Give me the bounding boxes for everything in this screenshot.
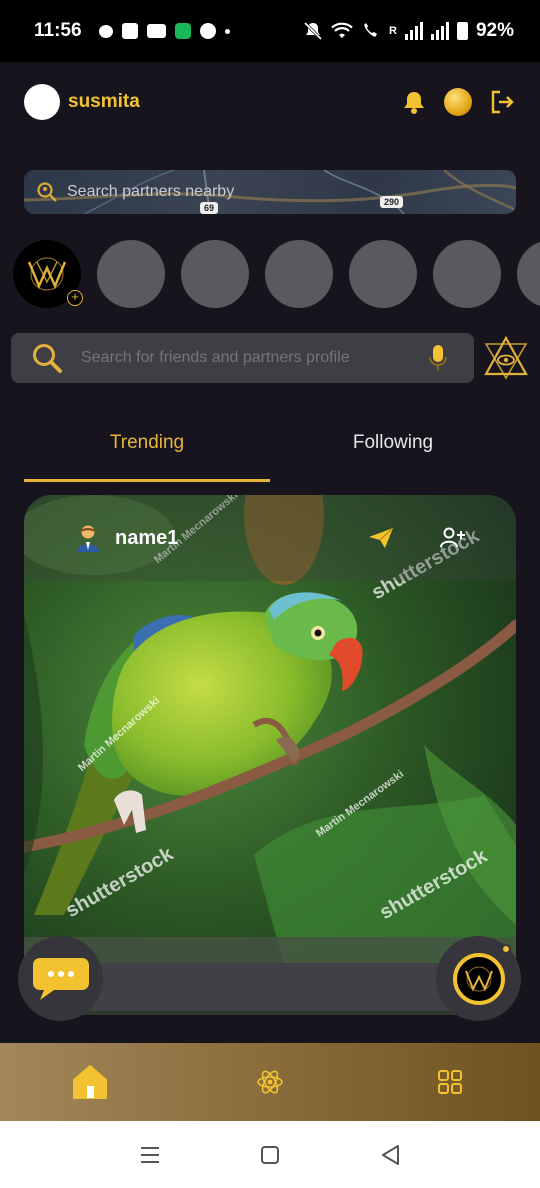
story-placeholder[interactable] [97,240,165,308]
home-button[interactable] [250,1135,290,1175]
add-story-icon[interactable]: + [67,290,83,306]
signal-icon [404,22,423,40]
send-icon[interactable] [368,527,394,549]
back-button[interactable] [370,1135,410,1175]
avatar[interactable] [24,84,60,120]
story-placeholder[interactable] [433,240,501,308]
search-icon [33,344,62,373]
stories-row: + [13,240,540,308]
my-story[interactable]: + [13,240,83,308]
feed-tabs: Trending Following [24,420,516,482]
app-icon [174,23,191,39]
route-shield-290: 290 [380,196,404,208]
linkedin-icon [121,23,138,39]
wifi-icon [331,22,353,38]
user-avatar-icon[interactable] [76,524,100,552]
nav-explore[interactable] [240,1052,300,1112]
header-actions [400,88,516,116]
search-partners-nearby[interactable]: 69 290 Search partners nearby [24,170,516,214]
nav-home[interactable] [60,1052,120,1112]
youtube-icon [146,24,166,38]
grid-icon [438,1070,462,1094]
battery-percent: 92% [475,20,514,41]
chat-button[interactable] [18,936,103,1021]
bell-icon[interactable] [400,88,428,116]
microphone-icon[interactable] [428,344,448,372]
tab-trending[interactable]: Trending [24,420,270,482]
story-placeholder[interactable] [265,240,333,308]
username[interactable]: susmita [68,91,140,113]
chat-bubble-icon [98,24,113,38]
system-navigation [0,1121,540,1188]
app-header: susmita [24,84,516,120]
logout-icon[interactable] [488,88,516,116]
app-logo-icon [452,952,505,1005]
story-placeholder[interactable] [181,240,249,308]
status-left: 11:56 [34,20,230,42]
notification-dot [501,944,511,954]
more-notifications-dot [224,28,230,34]
story-placeholder[interactable] [349,240,417,308]
home-icon [73,1065,107,1099]
post-header: name1 [24,495,516,581]
search-partners-placeholder: Search partners nearby [67,183,235,200]
story-placeholder[interactable] [517,240,540,308]
recents-button[interactable] [130,1135,170,1175]
status-time: 11:56 [34,20,82,41]
app-logo-icon [27,257,67,291]
screen: 11:56 R 92% susmita 69 290 Search partne… [0,0,540,1188]
profile-search-input[interactable] [81,349,411,367]
signal-icon-2 [430,22,449,40]
status-right: R 92% [303,20,514,42]
back-icon [382,1144,399,1165]
eye-triangle-icon[interactable] [484,336,528,380]
chat-bubble-icon [32,957,89,1000]
nav-menu[interactable] [420,1052,480,1112]
profile-search-bar[interactable] [11,333,474,383]
carrier-tag: R [389,25,397,37]
mute-icon [303,21,323,41]
bottom-navigation [0,1043,540,1121]
recents-icon [141,1146,159,1163]
coin-icon[interactable] [444,88,472,116]
status-bar: 11:56 R 92% [0,0,540,62]
home-square-icon [261,1145,279,1164]
app-logo-button[interactable] [436,936,521,1021]
facebook-icon [199,23,216,39]
atom-icon [257,1070,283,1094]
route-shield-69: 69 [200,202,219,214]
battery-icon [456,22,468,40]
tab-following[interactable]: Following [270,420,516,482]
search-location-icon [37,182,57,202]
active-tab-indicator [24,479,270,482]
post-card[interactable]: shutterstock shutterstock shutterstock M… [24,495,516,1015]
add-friend-icon[interactable] [440,527,466,549]
volte-icon [364,23,378,37]
post-author-name[interactable]: name1 [115,527,178,550]
